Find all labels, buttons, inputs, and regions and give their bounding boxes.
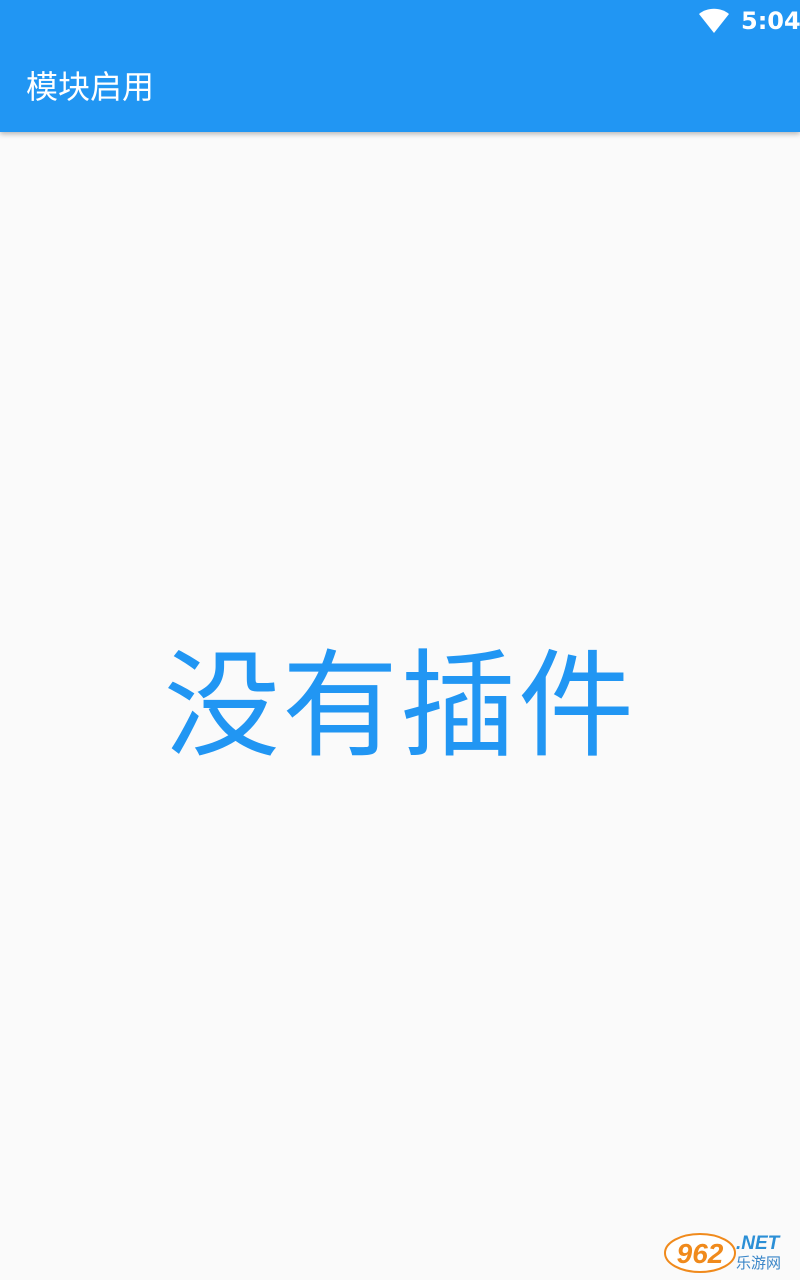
- main-content: 没有插件: [0, 132, 800, 1280]
- status-bar: 5:04: [0, 0, 800, 40]
- watermark-logo-text: 962: [677, 1238, 724, 1269]
- page-title: 模块启用: [26, 68, 155, 106]
- watermark-subtitle: 乐游网: [736, 1254, 782, 1272]
- app-bar: 5:04 模块启用: [0, 0, 800, 132]
- screen: 5:04 模块启用 没有插件 962 .NET 乐游网: [0, 0, 800, 1280]
- watermark: 962 .NET 乐游网: [664, 1232, 796, 1276]
- watermark-logo: 962: [664, 1233, 736, 1273]
- status-time: 5:04: [741, 7, 800, 35]
- empty-state-message: 没有插件: [164, 639, 636, 774]
- watermark-net: .NET: [736, 1233, 780, 1254]
- wifi-icon: [699, 8, 729, 33]
